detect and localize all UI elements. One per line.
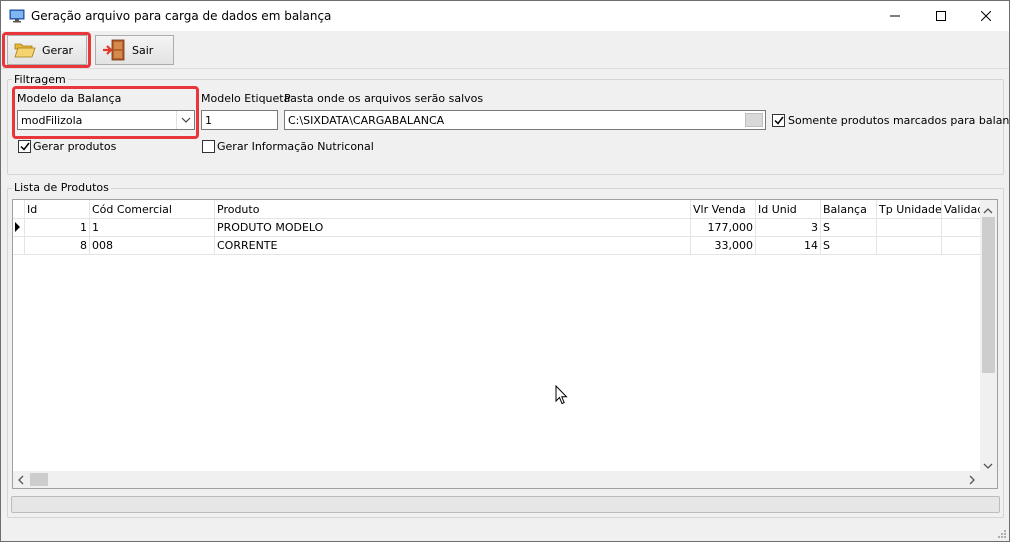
modelo-balanca-value: modFilizola: [21, 114, 83, 127]
progress-bar: [11, 496, 1000, 513]
scroll-corner: [980, 471, 997, 488]
modelo-balanca-label: Modelo da Balança: [17, 92, 122, 105]
scroll-right-icon[interactable]: [969, 475, 975, 488]
horizontal-scroll-thumb[interactable]: [30, 473, 48, 486]
filtragem-title: Filtragem: [12, 73, 68, 86]
scroll-up-icon[interactable]: [983, 204, 993, 217]
chevron-down-icon[interactable]: [176, 111, 194, 129]
somente-label: Somente produtos marcados para balança: [788, 114, 1010, 127]
column-header-produto[interactable]: Produto: [215, 200, 691, 219]
column-header-vlr[interactable]: Vlr Venda: [691, 200, 756, 219]
lista-title: Lista de Produtos: [12, 181, 111, 194]
column-header-balanca[interactable]: Balança: [821, 200, 877, 219]
close-icon: [981, 11, 991, 21]
vertical-scrollbar[interactable]: [980, 200, 997, 472]
table-cell[interactable]: [877, 219, 942, 237]
minimize-button[interactable]: [872, 1, 918, 31]
table-cell[interactable]: CORRENTE: [215, 237, 691, 255]
column-header-validade[interactable]: Validade: [942, 200, 982, 219]
modelo-etiqueta-value: 1: [205, 114, 212, 127]
table-cell[interactable]: 177,000: [691, 219, 756, 237]
table-cell[interactable]: 8: [25, 237, 90, 255]
table-cell[interactable]: 008: [90, 237, 215, 255]
mouse-cursor-icon: [555, 384, 568, 408]
sair-label: Sair: [132, 43, 154, 57]
maximize-button[interactable]: [918, 1, 964, 31]
horizontal-scrollbar[interactable]: [13, 471, 982, 488]
products-grid[interactable]: Id Cód Comercial Produto Vlr Venda Id Un…: [12, 199, 998, 489]
pasta-label: Pasta onde os arquivos serão salvos: [284, 92, 484, 105]
table-cell[interactable]: [877, 237, 942, 255]
checkmark-icon: [19, 142, 30, 151]
exit-door-icon: [103, 39, 125, 61]
table-cell[interactable]: S: [821, 219, 877, 237]
window: Geração arquivo para carga de dados em b…: [0, 0, 1010, 542]
somente-checkbox[interactable]: [772, 114, 785, 127]
row-indicator-header: [13, 200, 25, 219]
row-pointer-icon: [15, 222, 20, 232]
maximize-icon: [936, 11, 946, 21]
modelo-etiqueta-input[interactable]: 1: [201, 110, 278, 130]
table-cell[interactable]: [942, 237, 982, 255]
gerar-button[interactable]: Gerar: [7, 35, 87, 65]
gerar-label: Gerar: [42, 43, 74, 57]
column-header-cod[interactable]: Cód Comercial: [90, 200, 215, 219]
minimize-icon: [890, 15, 900, 17]
sair-button[interactable]: Sair: [95, 35, 174, 65]
gerar-produtos-checkbox[interactable]: [18, 140, 31, 153]
table-cell[interactable]: 1: [25, 219, 90, 237]
pasta-value: C:\SIXDATA\CARGABALANCA: [288, 114, 445, 127]
table-cell[interactable]: 33,000: [691, 237, 756, 255]
column-header-tp[interactable]: Tp Unidade: [877, 200, 942, 219]
gerar-info-checkbox[interactable]: [202, 140, 215, 153]
title-bar: Geração arquivo para carga de dados em b…: [1, 1, 1009, 31]
app-monitor-icon: [9, 9, 25, 23]
column-header-unid[interactable]: Id Unid: [756, 200, 821, 219]
table-cell[interactable]: 1: [90, 219, 215, 237]
table-cell[interactable]: 14: [756, 237, 821, 255]
table-cell[interactable]: S: [821, 237, 877, 255]
gerar-info-label: Gerar Informação Nutriconal: [217, 140, 374, 153]
row-pointer: [13, 219, 25, 237]
scroll-left-icon[interactable]: [18, 475, 24, 488]
row-pointer-empty: [13, 237, 25, 255]
close-button[interactable]: [963, 1, 1009, 31]
vertical-scroll-thumb[interactable]: [982, 217, 995, 373]
folder-open-icon: [14, 43, 36, 58]
table-cell[interactable]: 3: [756, 219, 821, 237]
window-title: Geração arquivo para carga de dados em b…: [31, 9, 332, 23]
pasta-input[interactable]: C:\SIXDATA\CARGABALANCA: [284, 110, 766, 130]
browse-folder-button[interactable]: [745, 113, 763, 127]
column-header-id[interactable]: Id: [25, 200, 90, 219]
gerar-produtos-label: Gerar produtos: [33, 140, 117, 153]
resize-grip-icon[interactable]: [997, 529, 1007, 542]
modelo-balanca-select[interactable]: modFilizola: [17, 110, 195, 130]
toolbar: Gerar Sair: [1, 31, 1009, 69]
table-cell[interactable]: PRODUTO MODELO: [215, 219, 691, 237]
table-cell[interactable]: [942, 219, 982, 237]
checkmark-icon: [773, 116, 784, 125]
modelo-etiqueta-label: Modelo Etiqueta: [201, 92, 291, 105]
